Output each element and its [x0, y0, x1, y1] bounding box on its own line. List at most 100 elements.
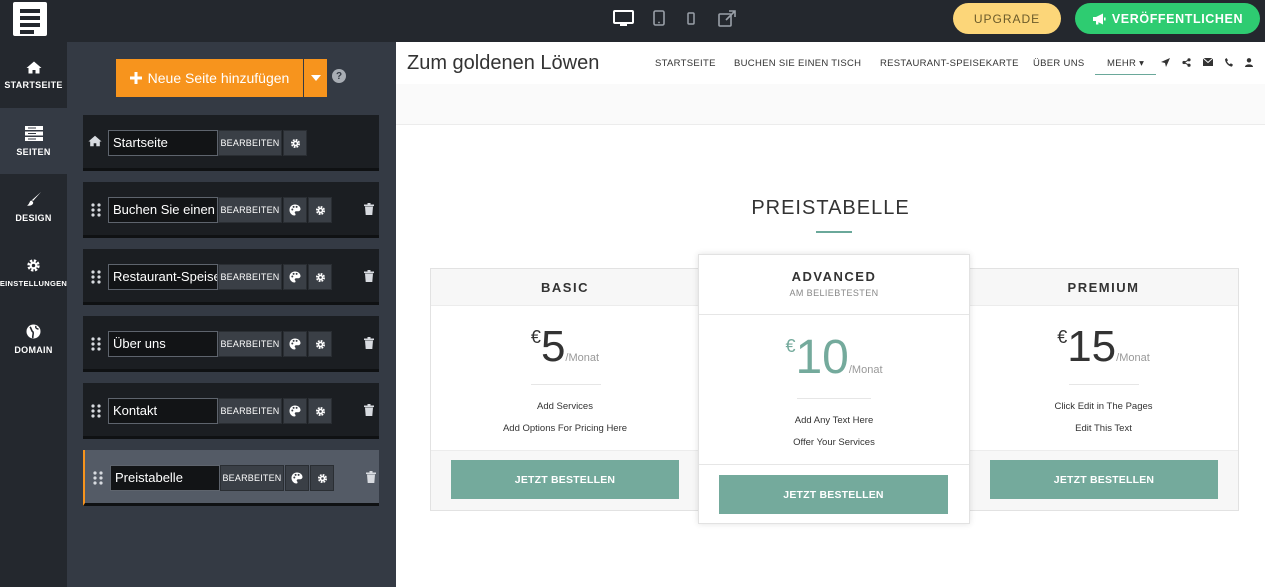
plan-feature: Edit This Text — [1075, 423, 1132, 434]
price-amount: 10 — [795, 331, 849, 384]
logo-icon[interactable] — [13, 2, 47, 36]
drag-handle-icon[interactable] — [90, 270, 102, 284]
upgrade-button[interactable]: UPGRADE — [953, 3, 1061, 34]
pricing-card-advanced[interactable]: ADVANCED AM BELIEBTESTEN €10/Monat Add A… — [698, 254, 970, 524]
nav-label: EINSTELLUNGEN — [0, 279, 68, 288]
title-divider — [816, 231, 852, 233]
currency: € — [1057, 327, 1068, 347]
nav-seiten[interactable]: SEITEN — [0, 108, 67, 174]
page-design-button[interactable] — [283, 264, 307, 290]
page-name-field[interactable]: Buchen Sie einen Tisch — [108, 197, 218, 223]
drag-handle-icon[interactable] — [90, 404, 102, 418]
home-icon — [26, 61, 41, 73]
mobile-icon[interactable] — [686, 8, 696, 28]
order-button[interactable]: JETZT BESTELLEN — [451, 460, 679, 499]
phone-icon[interactable] — [1225, 58, 1233, 67]
divider — [699, 464, 969, 465]
external-link-icon[interactable] — [716, 8, 738, 28]
help-icon[interactable]: ? — [332, 69, 346, 83]
user-icon[interactable] — [1245, 58, 1253, 67]
drag-handle-icon[interactable] — [90, 337, 102, 351]
edit-button[interactable]: BEARBEITEN — [218, 264, 282, 290]
trash-icon[interactable] — [364, 203, 374, 215]
edit-button[interactable]: BEARBEITEN — [220, 465, 284, 491]
price-period: /Monat — [1116, 352, 1150, 364]
page-design-button[interactable] — [283, 398, 307, 424]
trash-icon[interactable] — [364, 337, 374, 349]
page-design-button[interactable] — [285, 465, 309, 491]
price-period: /Monat — [565, 352, 600, 364]
add-page-dropdown[interactable] — [304, 59, 327, 97]
location-arrow-icon[interactable] — [1161, 58, 1170, 67]
nav-design[interactable]: DESIGN — [0, 174, 67, 240]
menu-mehr-label: MEHR — [1107, 58, 1137, 69]
drag-handle-icon[interactable] — [90, 203, 102, 217]
edit-button[interactable]: BEARBEITEN — [218, 331, 282, 357]
edit-button[interactable]: BEARBEITEN — [218, 398, 282, 424]
page-row[interactable]: Buchen Sie einen Tisch BEARBEITEN — [83, 182, 379, 238]
edit-button[interactable]: BEARBEITEN — [218, 130, 282, 156]
plan-feature: Click Edit in The Pages — [1054, 401, 1153, 412]
price-amount: 5 — [540, 322, 566, 371]
divider — [797, 398, 871, 399]
menu-item-startseite[interactable]: STARTSEITE — [655, 58, 716, 69]
gear-icon — [315, 205, 325, 215]
envelope-icon[interactable] — [1203, 58, 1213, 66]
publish-button[interactable]: VERÖFFENTLICHEN — [1075, 3, 1260, 34]
add-page-button[interactable]: Neue Seite hinzufügen — [116, 59, 303, 97]
megaphone-icon — [1092, 13, 1106, 24]
plan-name: PREMIUM — [1067, 280, 1140, 295]
page-settings-button[interactable] — [283, 130, 307, 156]
page-settings-button[interactable] — [308, 264, 332, 290]
pricing-title[interactable]: PREISTABELLE — [396, 197, 1265, 220]
pages-panel: Neue Seite hinzufügen ? Startseite BEARB… — [67, 42, 396, 587]
page-row[interactable]: Restaurant-Speisekarte BEARBEITEN — [83, 249, 379, 305]
plan-price: €15/Monat — [969, 325, 1238, 369]
desktop-icon[interactable] — [612, 8, 634, 28]
plan-feature: Offer Your Services — [793, 437, 875, 448]
plan-price: €10/Monat — [699, 334, 969, 382]
edit-button[interactable]: BEARBEITEN — [218, 197, 282, 223]
share-icon[interactable] — [1182, 58, 1191, 67]
page-settings-button[interactable] — [308, 331, 332, 357]
currency: € — [530, 327, 541, 347]
page-design-button[interactable] — [283, 197, 307, 223]
site-name[interactable]: Zum goldenen Löwen — [407, 52, 599, 75]
page-name-field[interactable]: Startseite — [108, 130, 218, 156]
page-row[interactable]: Kontakt BEARBEITEN — [83, 383, 379, 439]
order-button[interactable]: JETZT BESTELLEN — [990, 460, 1218, 499]
menu-item-ueber-uns[interactable]: ÜBER UNS — [1033, 58, 1085, 69]
page-settings-button[interactable] — [308, 197, 332, 223]
page-row[interactable]: Über uns BEARBEITEN — [83, 316, 379, 372]
menu-item-buchen[interactable]: BUCHEN SIE EINEN TISCH — [734, 58, 861, 69]
order-button[interactable]: JETZT BESTELLEN — [719, 475, 948, 514]
palette-icon — [289, 338, 301, 350]
trash-icon[interactable] — [364, 404, 374, 416]
price-period: /Monat — [848, 364, 883, 376]
menu-item-mehr[interactable]: MEHR ▾ — [1095, 58, 1157, 75]
plan-subtitle: AM BELIEBTESTEN — [789, 288, 879, 298]
nav-einstellungen[interactable]: EINSTELLUNGEN — [0, 240, 67, 306]
pricing-card-basic[interactable]: BASIC €5/Monat Add Services Add Options … — [430, 268, 700, 511]
tablet-icon[interactable] — [652, 8, 666, 28]
nav-startseite[interactable]: STARTSEITE — [0, 42, 67, 108]
menu-item-speisekarte[interactable]: RESTAURANT-SPEISEKARTE — [880, 58, 1019, 69]
page-design-button[interactable] — [283, 331, 307, 357]
trash-icon[interactable] — [366, 471, 376, 483]
gear-icon — [315, 339, 325, 349]
page-name-field[interactable]: Preistabelle — [110, 465, 220, 491]
nav-label: DOMAIN — [14, 344, 53, 355]
page-settings-button[interactable] — [308, 398, 332, 424]
palette-icon — [291, 472, 303, 484]
page-row[interactable]: Startseite BEARBEITEN — [83, 115, 379, 171]
page-settings-button[interactable] — [310, 465, 334, 491]
page-name-field[interactable]: Restaurant-Speisekarte — [108, 264, 218, 290]
drag-handle-icon[interactable] — [92, 471, 104, 485]
page-name-field[interactable]: Kontakt — [108, 398, 218, 424]
page-row-selected[interactable]: Preistabelle BEARBEITEN — [83, 450, 379, 506]
globe-icon — [26, 324, 41, 338]
trash-icon[interactable] — [364, 270, 374, 282]
pricing-card-premium[interactable]: PREMIUM €15/Monat Click Edit in The Page… — [968, 268, 1239, 511]
nav-domain[interactable]: DOMAIN — [0, 306, 67, 372]
page-name-field[interactable]: Über uns — [108, 331, 218, 357]
